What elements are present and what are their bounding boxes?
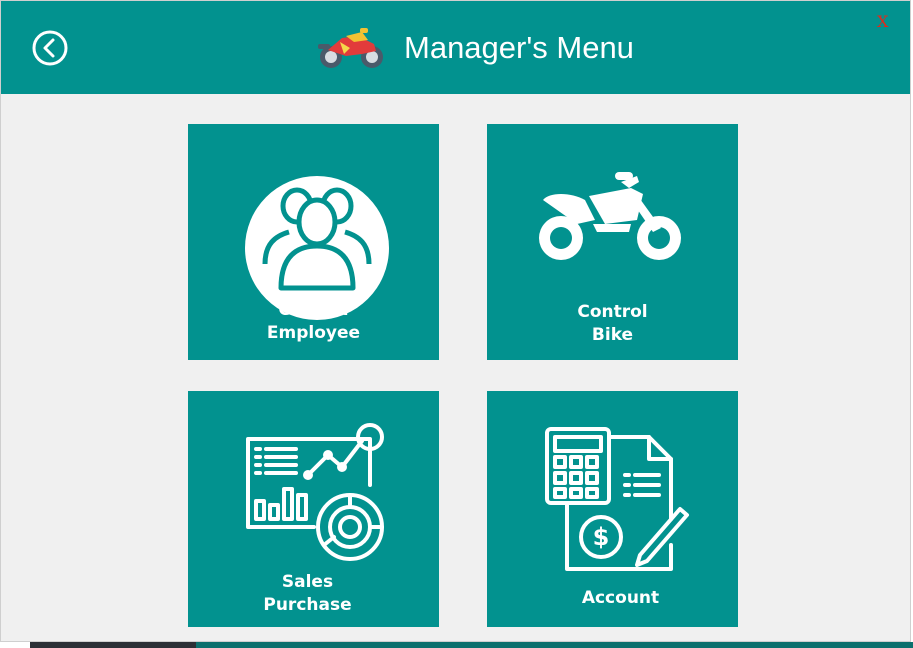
motorcycle-icon	[539, 172, 681, 260]
tile-label-line1: Sales	[281, 572, 334, 592]
svg-text:$: $	[593, 523, 610, 551]
sales-purchase-tile[interactable]: Sales Purchase	[188, 391, 439, 627]
tile-label-line2: Purchase	[263, 595, 352, 615]
account-tile[interactable]: $ Account	[487, 391, 738, 627]
motorbike-icon	[318, 28, 383, 68]
calculator-invoice-icon: $	[545, 427, 689, 571]
tile-label: Account	[581, 588, 660, 608]
header-bar: Manager's Menu X	[1, 1, 910, 94]
taskbar-fragment	[30, 642, 196, 648]
control-employee-tile[interactable]: Control Employee	[188, 124, 439, 360]
tile-label-line2: Employee	[266, 323, 361, 343]
analytics-report-icon	[246, 423, 384, 561]
app-window: Manager's Menu X Control Employee Contro…	[0, 0, 911, 642]
tile-label-line1: Control	[278, 300, 349, 320]
close-button[interactable]: X	[877, 13, 888, 31]
page-title: Manager's Menu	[404, 30, 634, 65]
taskbar-fragment	[196, 642, 913, 648]
tile-label-line1: Control	[577, 302, 648, 322]
back-arrow-icon[interactable]	[32, 30, 68, 66]
control-bike-tile[interactable]: Control Bike	[487, 124, 738, 360]
tile-label-line2: Bike	[591, 325, 634, 345]
